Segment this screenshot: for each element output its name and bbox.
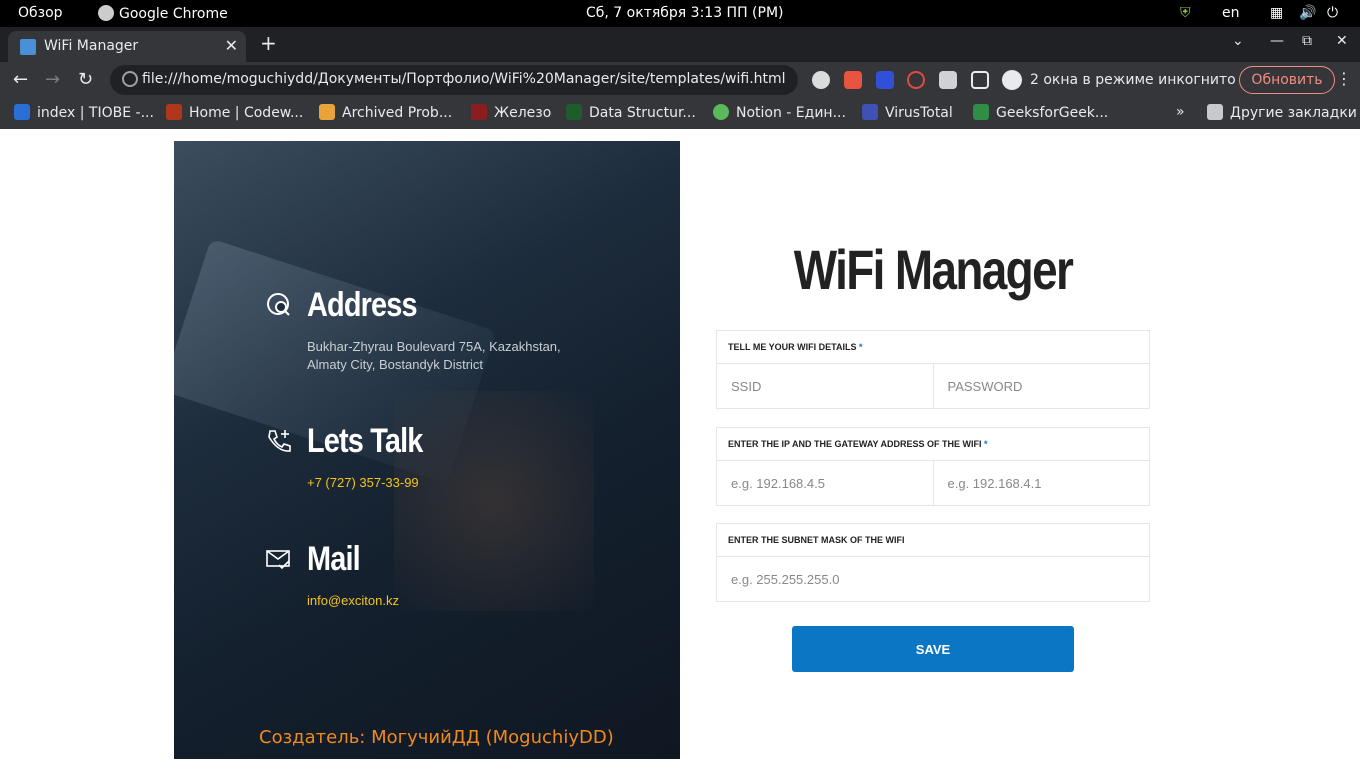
address-text: Bukhar-Zhyrau Boulevard 75A, Kazakhstan,… xyxy=(307,339,561,372)
bookmark-favicon-icon xyxy=(862,104,878,120)
page-title: WiFi Manager xyxy=(793,238,1074,301)
url-text[interactable]: file:///home/moguchiydd/Документы/Портфо… xyxy=(142,71,786,87)
maximize-icon[interactable]: ⧉ xyxy=(1302,33,1312,49)
mail-check-icon xyxy=(266,550,290,570)
contact-panel: Address Bukhar-Zhyrau Boulevard 75A, Kaz… xyxy=(174,141,680,759)
bookmark-favicon-icon xyxy=(471,104,487,120)
bookmark-item[interactable]: GeeksforGeek... xyxy=(973,104,1108,121)
wifi-details-label: TELL ME YOUR WIFI DETAILS * xyxy=(717,331,1149,364)
minimize-icon[interactable]: — xyxy=(1270,33,1284,49)
address-title: Address xyxy=(307,286,418,324)
forward-icon[interactable]: → xyxy=(45,69,60,90)
close-tab-icon[interactable]: ✕ xyxy=(225,36,238,55)
bookmark-item[interactable]: Железо xyxy=(471,104,551,121)
incognito-icon xyxy=(1002,70,1022,90)
mail-title: Mail xyxy=(307,540,361,578)
favicon-icon xyxy=(20,39,36,55)
clock[interactable]: Сб, 7 октября 3:13 ПП (PM) xyxy=(586,5,784,21)
creator-credit: Создатель: МогучийДД (MoguchiyDD) xyxy=(259,727,614,748)
address-bar[interactable]: file:///home/moguchiydd/Документы/Портфо… xyxy=(110,65,798,95)
reload-icon[interactable]: ↻ xyxy=(78,69,93,90)
subnet-label: ENTER THE SUBNET MASK OF THE WIFI xyxy=(717,524,1149,557)
bookmark-item[interactable]: Archived Prob... xyxy=(319,104,452,121)
subnet-group: ENTER THE SUBNET MASK OF THE WIFI xyxy=(716,523,1150,602)
extension-reader-icon[interactable] xyxy=(812,71,830,89)
ssid-input[interactable] xyxy=(717,364,933,408)
close-window-icon[interactable]: ✕ xyxy=(1336,33,1348,49)
bookmark-item[interactable]: index | TIOBE -... xyxy=(14,104,154,121)
bookmark-favicon-icon xyxy=(319,104,335,120)
volume-icon[interactable]: 🔊 xyxy=(1299,5,1316,21)
email-link[interactable]: info@exciton.kz xyxy=(307,592,587,610)
power-icon[interactable]: ⏻ xyxy=(1327,5,1338,21)
tab-search-icon[interactable]: ⌄ xyxy=(1232,33,1244,49)
back-icon[interactable]: ← xyxy=(13,69,28,90)
incognito-text: 2 окна в режиме инкогнито xyxy=(1030,72,1236,88)
tab-title: WiFi Manager xyxy=(44,38,139,54)
site-info-icon[interactable] xyxy=(122,71,138,87)
tab-strip: WiFi Manager ✕ xyxy=(0,27,1360,62)
page-content: Address Bukhar-Zhyrau Boulevard 75A, Kaz… xyxy=(0,129,1360,768)
folder-icon xyxy=(1207,104,1223,120)
bookmark-item[interactable]: Home | Codew... xyxy=(166,104,303,121)
ip-address-input[interactable] xyxy=(717,461,933,505)
app-name: Google Chrome xyxy=(119,6,228,22)
app-menu[interactable]: Google Chrome xyxy=(98,5,228,22)
side-panel-icon[interactable] xyxy=(971,71,989,89)
shield-icon[interactable]: ⛨ xyxy=(1180,5,1191,21)
bookmark-favicon-icon xyxy=(14,104,30,120)
bookmark-item[interactable]: Notion - Един... xyxy=(713,104,846,121)
system-top-bar: Обзор Google Chrome Сб, 7 октября 3:13 П… xyxy=(0,0,1360,27)
required-mark: * xyxy=(859,342,863,352)
bookmark-favicon-icon xyxy=(973,104,989,120)
ip-gateway-label: ENTER THE IP AND THE GATEWAY ADDRESS OF … xyxy=(717,428,1149,461)
phone-add-icon xyxy=(268,430,291,452)
talk-title: Lets Talk xyxy=(307,422,423,460)
save-button[interactable]: SAVE xyxy=(792,626,1074,672)
new-tab-icon[interactable]: + xyxy=(260,31,277,55)
subnet-mask-input[interactable] xyxy=(717,557,1149,601)
update-button[interactable]: Обновить xyxy=(1239,66,1335,94)
network-icon[interactable]: ▦ xyxy=(1270,5,1283,21)
extension-m-icon[interactable] xyxy=(876,71,894,89)
bookmark-favicon-icon xyxy=(166,104,182,120)
extensions-puzzle-icon[interactable] xyxy=(939,71,957,89)
globe-search-icon xyxy=(267,293,290,316)
required-mark: * xyxy=(984,439,988,449)
chrome-icon xyxy=(98,5,114,21)
ip-gateway-group: ENTER THE IP AND THE GATEWAY ADDRESS OF … xyxy=(716,427,1150,506)
bookmark-favicon-icon xyxy=(713,104,729,120)
extension-recorder-icon[interactable] xyxy=(844,71,862,89)
phone-link[interactable]: +7 (727) 357-33-99 xyxy=(307,474,587,492)
language-indicator[interactable]: en xyxy=(1222,5,1240,21)
activities-button[interactable]: Обзор xyxy=(18,5,63,21)
bookmark-item[interactable]: VirusTotal xyxy=(862,104,953,121)
navigation-bar: ← → ↻ file:///home/moguchiydd/Документы/… xyxy=(0,62,1360,98)
bookmarks-overflow-icon[interactable]: » xyxy=(1176,104,1185,120)
bookmark-item[interactable]: Data Structur... xyxy=(566,104,696,121)
tab-wifi-manager[interactable]: WiFi Manager ✕ xyxy=(8,31,246,62)
background-image-overlay xyxy=(394,391,594,611)
bookmark-favicon-icon xyxy=(566,104,582,120)
chrome-menu-icon[interactable]: ⋮ xyxy=(1336,69,1352,88)
bookmarks-bar: index | TIOBE -... Home | Codew... Archi… xyxy=(0,98,1360,129)
incognito-indicator[interactable]: 2 окна в режиме инкогнито xyxy=(1002,70,1236,90)
extension-block-icon[interactable] xyxy=(907,71,925,89)
wifi-details-group: TELL ME YOUR WIFI DETAILS * xyxy=(716,330,1150,409)
other-bookmarks[interactable]: Другие закладки xyxy=(1207,104,1357,121)
gateway-input[interactable] xyxy=(933,461,1149,505)
password-input[interactable] xyxy=(933,364,1149,408)
